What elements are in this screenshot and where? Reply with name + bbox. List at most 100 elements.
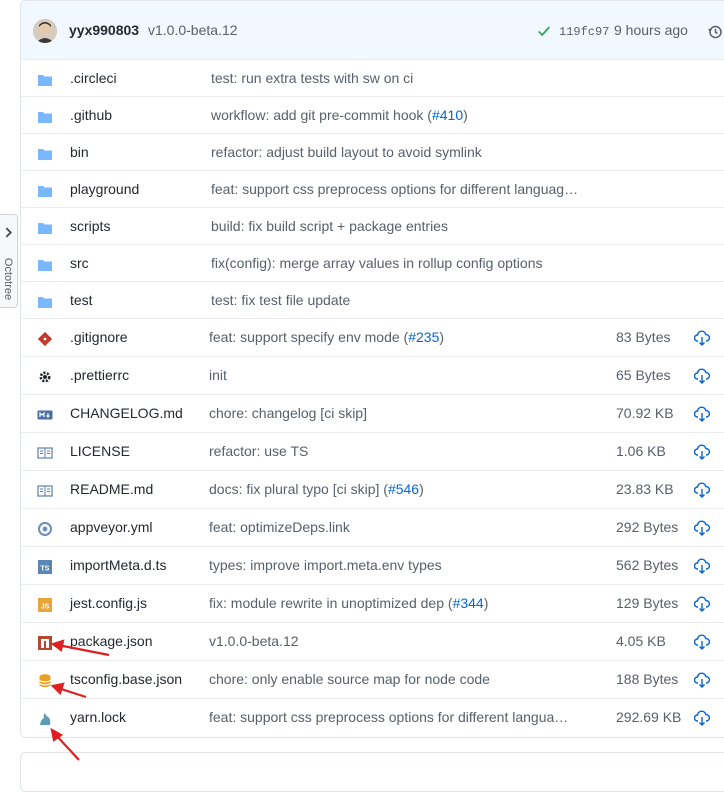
commit-message[interactable]: docs: fix plural typo [ci skip] (#546): [209, 481, 605, 497]
gear-icon: [37, 369, 53, 385]
download-icon[interactable]: [693, 520, 711, 536]
markdown-icon: [37, 407, 53, 423]
chevron-right-icon: [5, 227, 12, 238]
file-name[interactable]: package.json: [70, 633, 153, 649]
commit-message[interactable]: feat: support css preprocess options for…: [211, 181, 611, 197]
commit-message[interactable]: refactor: adjust build layout to avoid s…: [211, 144, 611, 160]
file-row[interactable]: .circleci test: run extra tests with sw o…: [21, 59, 724, 96]
commit-message[interactable]: refactor: use TS: [209, 443, 605, 459]
file-name[interactable]: CHANGELOG.md: [70, 405, 183, 421]
file-row[interactable]: CHANGELOG.md chore: changelog [ci skip] 70…: [21, 394, 724, 432]
file-name[interactable]: bin: [70, 144, 89, 160]
file-name[interactable]: README.md: [70, 481, 153, 497]
file-name[interactable]: .circleci: [70, 70, 117, 86]
file-size: 4.05 KB: [616, 633, 666, 649]
commit-age: 9 hours ago: [614, 22, 688, 38]
folder-icon: [37, 257, 53, 273]
file-name[interactable]: yarn.lock: [70, 709, 126, 725]
file-name[interactable]: jest.config.js: [70, 595, 147, 611]
download-icon[interactable]: [693, 444, 711, 460]
commit-message[interactable]: types: improve import.meta.env types: [209, 557, 605, 573]
folder-icon: [37, 220, 53, 236]
file-size: 70.92 KB: [616, 405, 674, 421]
commit-sha[interactable]: 119fc97: [559, 25, 609, 39]
download-icon[interactable]: [693, 672, 711, 688]
folder-icon: [37, 183, 53, 199]
file-row[interactable]: README.md docs: fix plural typo [ci skip]…: [21, 470, 724, 508]
download-icon[interactable]: [693, 482, 711, 498]
folder-icon: [37, 72, 53, 88]
file-row[interactable]: .gitignore feat: support specify env mode…: [21, 318, 724, 356]
folder-icon: [37, 146, 53, 162]
download-icon[interactable]: [693, 558, 711, 574]
file-row[interactable]: .github workflow: add git pre-commit hook…: [21, 96, 724, 133]
file-row[interactable]: package.json v1.0.0-beta.12 4.05 KB: [21, 622, 724, 660]
download-icon[interactable]: [693, 330, 711, 346]
file-name[interactable]: .gitignore: [70, 329, 128, 345]
download-icon[interactable]: [693, 406, 711, 422]
file-row[interactable]: tsconfig.base.json chore: only enable sou…: [21, 660, 724, 698]
file-name[interactable]: playground: [70, 181, 139, 197]
file-name[interactable]: src: [70, 255, 89, 271]
commit-message[interactable]: v1.0.0-beta.12: [209, 633, 605, 649]
latest-commit-bar: yyx990803 v1.0.0-beta.12 119fc97 9 hours…: [21, 1, 724, 60]
yarn-icon: [37, 711, 53, 727]
history-icon[interactable]: [707, 24, 723, 40]
issue-link[interactable]: #546: [388, 481, 419, 497]
file-row[interactable]: JS jest.config.js fix: module rewrite in u…: [21, 584, 724, 622]
commit-message[interactable]: build: fix build script + package entrie…: [211, 218, 611, 234]
file-browser: yyx990803 v1.0.0-beta.12 119fc97 9 hours…: [20, 0, 724, 738]
file-row[interactable]: yarn.lock feat: support css preprocess op…: [21, 698, 724, 736]
file-size: 188 Bytes: [616, 671, 679, 687]
octotree-toggle[interactable]: Octotree: [0, 214, 18, 308]
commit-message[interactable]: v1.0.0-beta.12: [148, 22, 238, 38]
download-icon[interactable]: [693, 710, 711, 726]
file-row[interactable]: LICENSE refactor: use TS 1.06 KB: [21, 432, 724, 470]
file-name[interactable]: scripts: [70, 218, 110, 234]
file-name[interactable]: tsconfig.base.json: [70, 671, 182, 687]
file-row[interactable]: appveyor.yml feat: optimizeDeps.link 292 B…: [21, 508, 724, 546]
database-icon: [37, 673, 53, 689]
commit-message[interactable]: chore: changelog [ci skip]: [209, 405, 605, 421]
file-size: 292.69 KB: [616, 709, 682, 725]
npm-icon: [37, 635, 53, 651]
download-icon[interactable]: [693, 596, 711, 612]
avatar[interactable]: [33, 19, 57, 43]
folder-icon: [37, 109, 53, 125]
file-name[interactable]: LICENSE: [70, 443, 130, 459]
commit-message[interactable]: test: run extra tests with sw on ci: [211, 70, 611, 86]
file-row[interactable]: scripts build: fix build script + package…: [21, 207, 724, 244]
download-icon[interactable]: [693, 368, 711, 384]
commit-author[interactable]: yyx990803: [69, 22, 139, 38]
commit-message[interactable]: fix: module rewrite in unoptimized dep (…: [209, 595, 605, 611]
commit-message[interactable]: chore: only enable source map for node c…: [209, 671, 605, 687]
file-row[interactable]: bin refactor: adjust build layout to avoi…: [21, 133, 724, 170]
file-name[interactable]: importMeta.d.ts: [70, 557, 166, 573]
commit-message[interactable]: feat: support specify env mode (#235): [209, 329, 605, 345]
commit-message[interactable]: feat: support css preprocess options for…: [209, 709, 605, 725]
file-row[interactable]: .prettierrc init 65 Bytes: [21, 356, 724, 394]
file-name[interactable]: .github: [70, 107, 112, 123]
git-icon: [37, 331, 53, 347]
file-row[interactable]: playground feat: support css preprocess o…: [21, 170, 724, 207]
file-name[interactable]: .prettierrc: [70, 367, 129, 383]
octotree-label: Octotree: [2, 257, 14, 301]
file-row[interactable]: TS importMeta.d.ts types: improve import.m…: [21, 546, 724, 584]
issue-link[interactable]: #344: [453, 595, 484, 611]
file-row[interactable]: src fix(config): merge array values in ro…: [21, 244, 724, 281]
file-name[interactable]: appveyor.yml: [70, 519, 152, 535]
commit-message[interactable]: fix(config): merge array values in rollu…: [211, 255, 611, 271]
commit-message[interactable]: workflow: add git pre-commit hook (#410): [211, 107, 611, 123]
file-name[interactable]: test: [70, 292, 93, 308]
appveyor-icon: [37, 521, 53, 537]
file-row[interactable]: test test: fix test file update: [21, 281, 724, 318]
typescript-icon: TS: [37, 559, 53, 575]
check-icon[interactable]: [537, 24, 551, 38]
file-size: 83 Bytes: [616, 329, 671, 345]
download-icon[interactable]: [693, 634, 711, 650]
commit-message[interactable]: test: fix test file update: [211, 292, 611, 308]
commit-message[interactable]: init: [209, 367, 605, 383]
issue-link[interactable]: #235: [408, 329, 439, 345]
issue-link[interactable]: #410: [432, 107, 463, 123]
commit-message[interactable]: feat: optimizeDeps.link: [209, 519, 605, 535]
